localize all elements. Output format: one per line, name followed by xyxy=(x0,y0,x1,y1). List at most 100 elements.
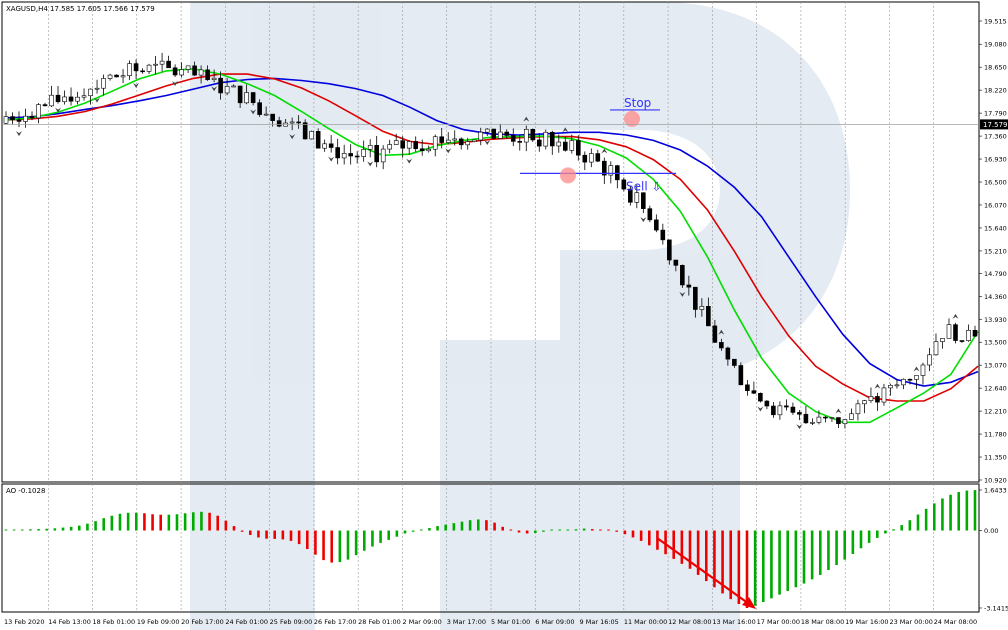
x-tick-label: 25 Feb 09:00 xyxy=(270,618,313,626)
y-tick-label: 11.780 xyxy=(984,431,1007,439)
y-tick-label: 17.360 xyxy=(984,133,1007,141)
candle-body xyxy=(738,365,744,386)
candle-body xyxy=(751,390,757,394)
candle-body xyxy=(3,116,9,124)
x-tick-label: 19 Feb 09:00 xyxy=(137,618,180,626)
x-tick-label: 13 Feb 2020 xyxy=(4,618,44,626)
x-tick-label: 19 Mar 16:00 xyxy=(845,618,888,626)
candle-body xyxy=(159,60,165,65)
x-tick-label: 2 Mar 09:00 xyxy=(402,618,441,626)
candle-body xyxy=(654,219,659,231)
y-tick-label: 12.640 xyxy=(984,385,1007,393)
x-tick-label: 23 Mar 00:00 xyxy=(889,618,932,626)
candle-body xyxy=(966,330,971,341)
x-tick-label: 14 Feb 13:00 xyxy=(48,618,91,626)
candle-body xyxy=(582,154,588,163)
candle-body xyxy=(406,141,412,149)
candle-body xyxy=(933,341,939,356)
time-axis: 13 Feb 2020 14 Feb 13:00 18 Feb 01:00 19 Fe… xyxy=(4,618,977,626)
candle-body xyxy=(179,69,184,76)
candle-body xyxy=(81,95,87,98)
candle-body xyxy=(257,102,262,115)
candle-body xyxy=(849,413,854,420)
candle-body xyxy=(315,131,321,149)
candle-body xyxy=(445,139,451,143)
candle-body xyxy=(75,96,80,102)
candle-body xyxy=(927,354,932,366)
y-tick-label: 16.070 xyxy=(984,201,1007,209)
candle-body xyxy=(510,135,516,142)
candle-body xyxy=(101,78,106,89)
stop-label: Stop xyxy=(624,96,651,110)
candle-body xyxy=(758,392,763,402)
ao-title: AO -0.1028 xyxy=(6,487,45,495)
x-tick-label: 20 Feb 17:00 xyxy=(181,618,224,626)
candle-body xyxy=(901,378,906,386)
candle-body xyxy=(641,192,646,209)
candle-body xyxy=(725,347,731,360)
candle-body xyxy=(803,413,809,424)
x-tick-label: 26 Feb 17:00 xyxy=(314,618,357,626)
candle-body xyxy=(400,140,406,149)
candle-body xyxy=(49,94,54,107)
candle-body xyxy=(719,342,724,349)
candle-body xyxy=(914,375,919,380)
x-tick-label: 13 Mar 16:00 xyxy=(712,618,755,626)
candle-body xyxy=(530,128,536,141)
candle-body xyxy=(432,136,438,150)
candle-body xyxy=(634,192,640,203)
x-tick-label: 12 Mar 08:00 xyxy=(668,618,711,626)
trading-chart[interactable]: 19.515 19.080 18.650 18.220 17.790 17.360 16.9… xyxy=(0,0,1008,630)
candle-body xyxy=(790,406,796,413)
candle-body xyxy=(784,405,789,408)
candle-body xyxy=(127,63,132,77)
candle-body xyxy=(133,63,139,72)
candle-body xyxy=(387,144,392,150)
candle-body xyxy=(263,113,269,116)
candle-body xyxy=(354,155,360,158)
candle-body xyxy=(322,143,327,149)
current-price-label: 17.579 xyxy=(983,121,1008,129)
candle-body xyxy=(452,138,458,141)
candle-body xyxy=(595,153,601,162)
candle-body xyxy=(42,104,48,107)
candle-body xyxy=(302,122,308,140)
candle-body xyxy=(276,120,282,127)
ao-tick-label: 0.00 xyxy=(984,527,998,535)
candle-body xyxy=(706,306,711,327)
candle-body xyxy=(380,148,386,163)
candle-body xyxy=(523,128,529,143)
candle-body xyxy=(244,92,249,104)
candle-body xyxy=(289,121,295,124)
x-tick-label: 3 Mar 17:00 xyxy=(447,618,486,626)
candle-body xyxy=(94,87,100,90)
candle-body xyxy=(166,60,171,69)
candle-body xyxy=(484,128,490,133)
candle-body xyxy=(894,384,900,387)
candle-body xyxy=(88,88,93,97)
y-tick-label: 16.500 xyxy=(984,179,1007,187)
candle-body xyxy=(491,128,497,139)
y-tick-label: 15.640 xyxy=(984,224,1007,232)
y-tick-label: 11.350 xyxy=(984,454,1007,462)
candle-body xyxy=(875,396,880,403)
candle-body xyxy=(140,70,145,73)
y-tick-label: 18.220 xyxy=(984,87,1007,95)
x-tick-label: 17 Mar 00:00 xyxy=(757,618,800,626)
candle-body xyxy=(114,74,119,78)
candle-body xyxy=(68,96,74,102)
candle-body xyxy=(693,286,698,310)
candle-body xyxy=(504,131,510,136)
candle-body xyxy=(29,115,35,119)
candle-body xyxy=(55,94,61,103)
candle-body xyxy=(224,86,230,94)
main-y-axis: 19.515 19.080 18.650 18.220 17.790 17.360 16.9… xyxy=(979,18,1007,485)
candle-body xyxy=(868,396,874,401)
candle-body xyxy=(198,69,204,76)
candle-body xyxy=(426,148,432,152)
ao-tick-label: 1.6433 xyxy=(984,487,1007,495)
candle-body xyxy=(478,131,484,141)
candle-body xyxy=(517,141,523,143)
candle-body xyxy=(205,69,210,81)
candle-body xyxy=(62,96,67,103)
